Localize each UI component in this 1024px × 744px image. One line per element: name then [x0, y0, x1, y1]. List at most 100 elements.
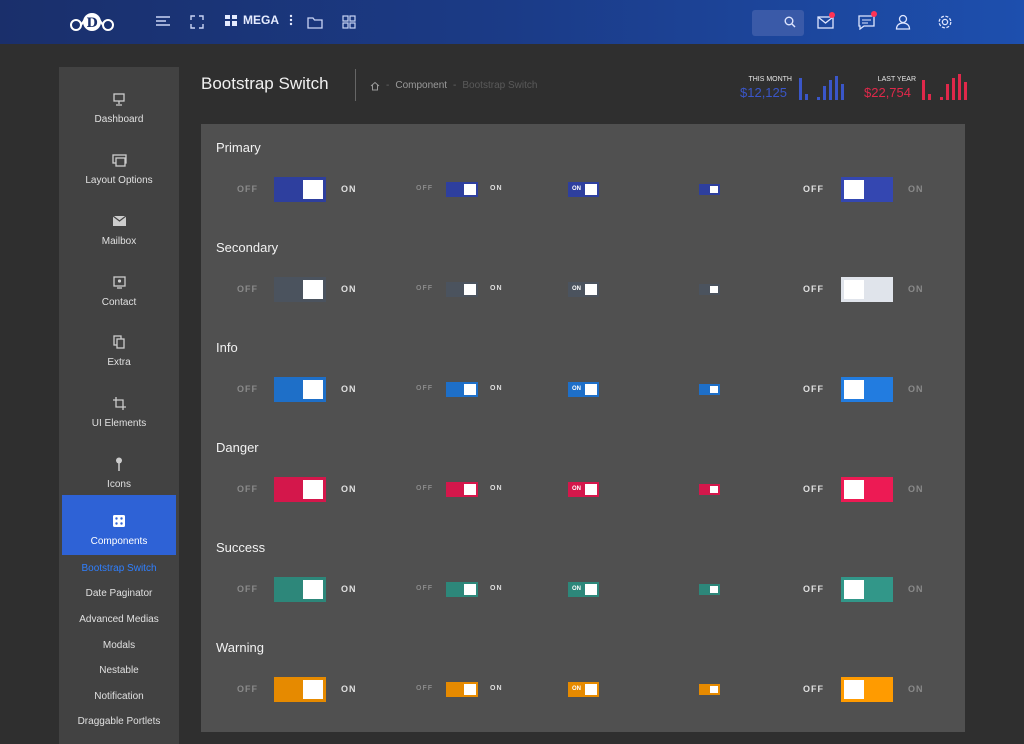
sidebar-item-label: Layout Options [85, 175, 153, 186]
switch-knob [303, 480, 323, 499]
gear-icon[interactable] [935, 12, 955, 32]
switch-knob [710, 586, 718, 593]
switch-mini-secondary[interactable] [699, 284, 720, 295]
subnav-advanced-medias[interactable]: Advanced Medias [59, 614, 179, 625]
switch-mini-info[interactable] [699, 384, 720, 395]
sidebar-item-components[interactable]: Components [62, 495, 176, 555]
monitor-icon [113, 92, 125, 106]
switch-small-secondary[interactable]: ON [568, 282, 599, 297]
kebab-icon[interactable] [289, 14, 293, 26]
switch-off-label: OFF [237, 684, 258, 694]
switch-small-info[interactable]: ON [568, 382, 599, 397]
mail-icon[interactable] [815, 12, 835, 32]
user-icon[interactable] [893, 12, 913, 32]
switch-knob [710, 186, 718, 193]
switch-mini-danger[interactable] [699, 484, 720, 495]
spark-bar [799, 78, 802, 100]
sidebar-item-dashboard[interactable]: Dashboard [59, 73, 179, 133]
switch-knob [303, 180, 323, 199]
switch-knob [303, 380, 323, 399]
last-year-sparkline [922, 74, 967, 100]
switch-off-state-primary[interactable] [841, 177, 893, 202]
switch-on-label: ON [341, 284, 357, 294]
spark-bar [835, 76, 838, 100]
switch-off-label: OFF [416, 385, 433, 392]
sidebar-item-layout-options[interactable]: Layout Options [59, 134, 179, 194]
switch-on-label: ON [490, 485, 503, 492]
switch-medium-info[interactable] [446, 382, 478, 397]
spark-bar [829, 80, 832, 100]
chat-icon[interactable] [856, 11, 877, 32]
stat-this-month: THIS MONTH $12,125 [740, 76, 792, 100]
spark-bar [805, 94, 808, 100]
menu-lines-icon[interactable] [153, 12, 173, 32]
sidebar-item-extra[interactable]: Extra [59, 316, 179, 376]
brand-logo[interactable]: D [66, 8, 118, 36]
switch-off-label: OFF [237, 484, 258, 494]
switch-off-state-danger[interactable] [841, 477, 893, 502]
switch-off-label: OFF [803, 184, 824, 194]
search-input[interactable] [752, 10, 804, 36]
switch-on-label: ON [908, 184, 924, 194]
folder-icon[interactable] [305, 12, 325, 32]
subnav-notification[interactable]: Notification [59, 691, 179, 702]
switch-on-label: ON [490, 685, 503, 692]
switch-medium-secondary[interactable] [446, 282, 478, 297]
switch-inner-on-label: ON [572, 286, 581, 292]
search-icon[interactable] [784, 16, 796, 28]
switch-small-warning[interactable]: ON [568, 682, 599, 697]
mega-menu-button[interactable]: MEGA [225, 13, 293, 27]
switch-large-secondary[interactable] [274, 277, 326, 302]
sidebar-item-label: Components [90, 536, 148, 547]
home-icon[interactable] [370, 81, 380, 91]
switch-mini-warning[interactable] [699, 684, 720, 695]
switch-mini-success[interactable] [699, 584, 720, 595]
switch-knob [464, 584, 476, 595]
sidebar-item-ui-elements[interactable]: UI Elements [59, 377, 179, 437]
switch-medium-success[interactable] [446, 582, 478, 597]
spark-bar [841, 84, 844, 100]
switch-inner-on-label: ON [572, 586, 581, 592]
section-title-primary: Primary [216, 140, 261, 155]
switch-large-primary[interactable] [274, 177, 326, 202]
breadcrumb-component[interactable]: Component [395, 80, 447, 91]
switch-medium-primary[interactable] [446, 182, 478, 197]
subnav-draggable-portlets[interactable]: Draggable Portlets [59, 716, 179, 727]
switch-on-label: ON [490, 285, 503, 292]
sidebar-item-icons[interactable]: Icons [59, 438, 179, 498]
stat-value: $12,125 [740, 85, 787, 100]
mail-notification-dot [829, 12, 835, 18]
switch-large-warning[interactable] [274, 677, 326, 702]
switch-off-state-success[interactable] [841, 577, 893, 602]
switch-small-danger[interactable]: ON [568, 482, 599, 497]
switch-off-state-info[interactable] [841, 377, 893, 402]
switch-large-info[interactable] [274, 377, 326, 402]
spark-bar [952, 78, 955, 100]
sidebar-item-mailbox[interactable]: Mailbox [59, 195, 179, 255]
fullscreen-icon[interactable] [187, 12, 207, 32]
switch-medium-warning[interactable] [446, 682, 478, 697]
switch-large-success[interactable] [274, 577, 326, 602]
switch-off-label: OFF [803, 484, 824, 494]
switch-knob [303, 580, 323, 599]
switch-large-danger[interactable] [274, 477, 326, 502]
switch-on-label: ON [341, 684, 357, 694]
spark-bar [922, 80, 925, 100]
stat-label: LAST YEAR [877, 76, 916, 83]
subnav-bootstrap-switch[interactable]: Bootstrap Switch [59, 563, 179, 574]
switch-small-primary[interactable]: ON [568, 182, 599, 197]
switch-off-state-secondary[interactable] [841, 277, 893, 302]
subnav-nestable[interactable]: Nestable [59, 665, 179, 676]
subnav-date-paginator[interactable]: Date Paginator [59, 588, 179, 599]
sidebar-item-contact[interactable]: Contact [59, 256, 179, 316]
switch-off-label: OFF [237, 584, 258, 594]
switch-knob [464, 684, 476, 695]
subnav-modals[interactable]: Modals [59, 640, 179, 651]
switch-knob [844, 180, 864, 199]
switch-small-success[interactable]: ON [568, 582, 599, 597]
switch-off-state-warning[interactable] [841, 677, 893, 702]
switch-mini-primary[interactable] [699, 184, 720, 195]
apps-grid-icon[interactable] [339, 12, 359, 32]
switch-off-label: OFF [237, 384, 258, 394]
switch-medium-danger[interactable] [446, 482, 478, 497]
